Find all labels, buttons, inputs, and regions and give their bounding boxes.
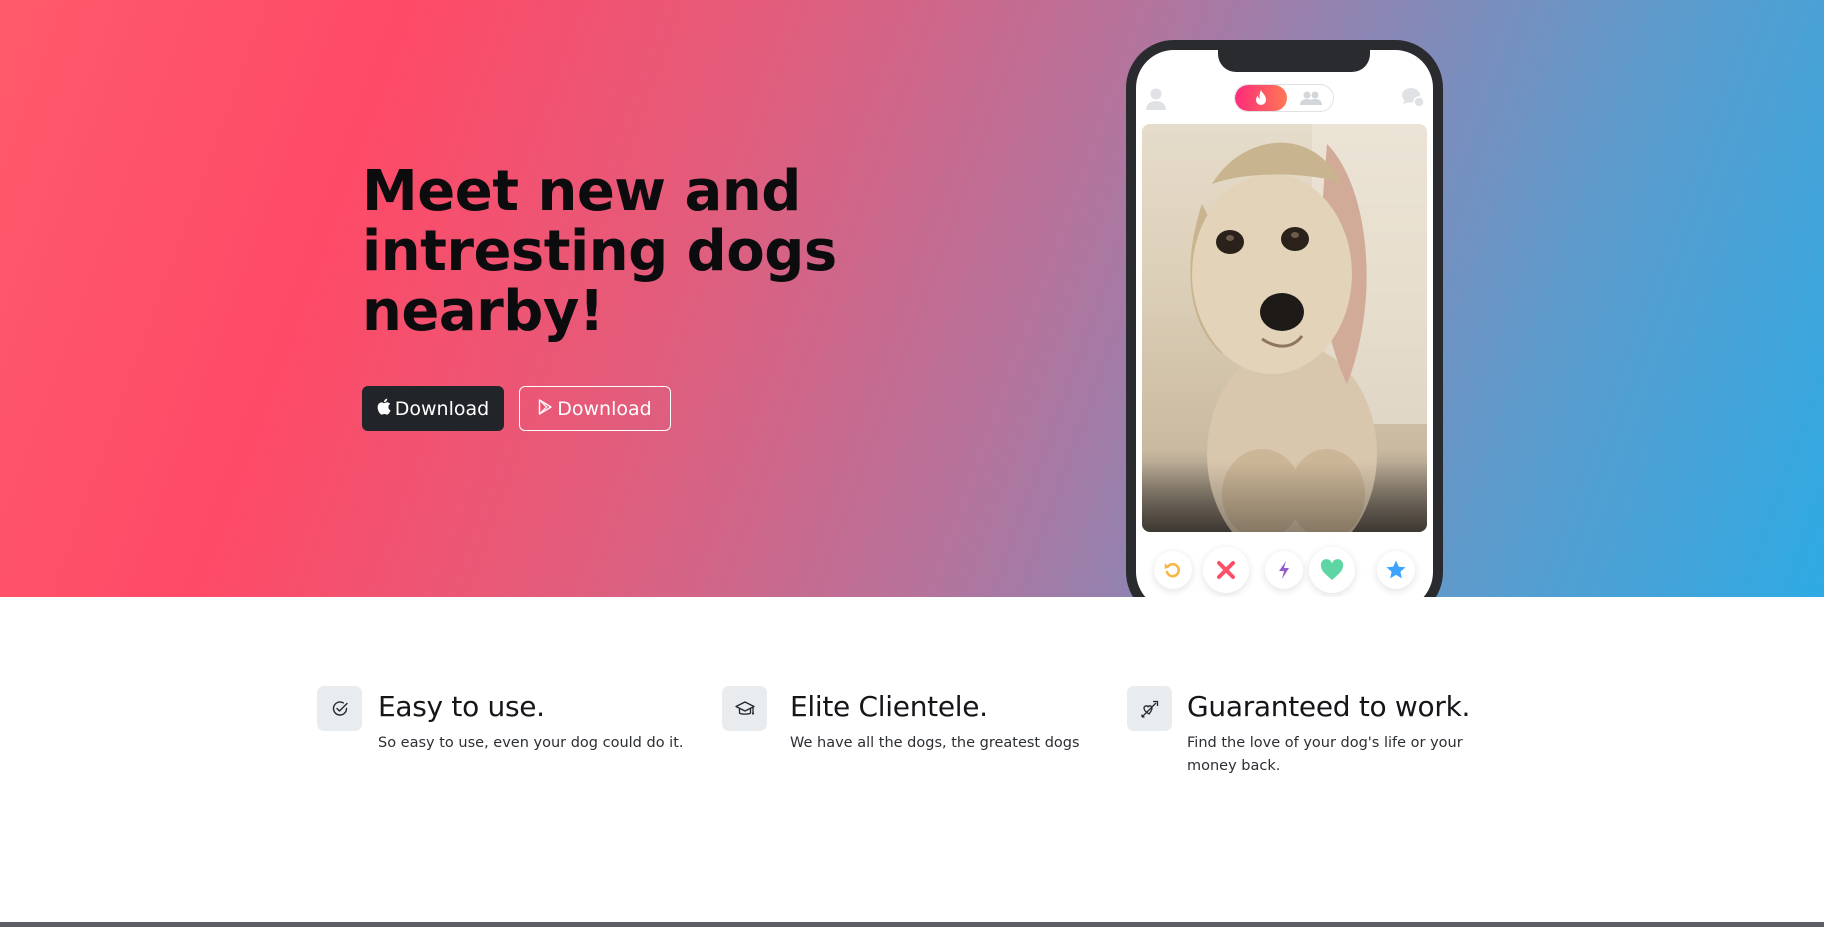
hero-headline: Meet new and intresting dogs nearby! xyxy=(362,159,837,344)
feature-description: Find the love of your dog's life or your… xyxy=(1187,735,1463,774)
app-store-download-button[interactable]: Download xyxy=(362,386,504,431)
phone-mockup xyxy=(1126,40,1443,597)
check-circle-icon xyxy=(317,686,362,731)
feature-description: So easy to use, even your dog could do i… xyxy=(378,735,684,751)
flame-icon[interactable] xyxy=(1235,85,1287,111)
app-store-download-label: Download xyxy=(394,397,490,420)
google-play-download-label: Download xyxy=(557,397,652,420)
swipe-actions xyxy=(1136,542,1433,597)
feature-title: Elite Clientele. xyxy=(790,690,988,723)
google-play-download-button[interactable]: Download xyxy=(519,386,671,431)
like-icon[interactable] xyxy=(1309,547,1355,593)
mode-toggle[interactable] xyxy=(1234,84,1334,112)
feature-title: Easy to use. xyxy=(378,690,545,723)
mortarboard-icon xyxy=(722,686,767,731)
window-bottom-edge xyxy=(0,922,1824,927)
dog-profile-photo[interactable] xyxy=(1142,124,1427,532)
profile-icon[interactable] xyxy=(1145,87,1167,116)
feature-title: Guaranteed to work. xyxy=(1187,690,1471,723)
heart-arrow-icon xyxy=(1127,686,1172,731)
app-top-bar xyxy=(1136,84,1433,116)
hero-section: Meet new and intresting dogs nearby! Dow… xyxy=(0,0,1824,597)
chat-icon[interactable] xyxy=(1401,87,1425,114)
google-play-icon xyxy=(538,398,557,420)
rewind-icon[interactable] xyxy=(1154,551,1192,589)
nope-icon[interactable] xyxy=(1203,547,1249,593)
boost-icon[interactable] xyxy=(1265,551,1303,589)
phone-screen xyxy=(1136,50,1433,597)
super-like-icon[interactable] xyxy=(1377,551,1415,589)
feature-description: We have all the dogs, the greatest dogs xyxy=(790,735,1080,751)
apple-icon xyxy=(377,398,395,420)
group-icon[interactable] xyxy=(1291,85,1331,111)
phone-notch xyxy=(1218,50,1370,72)
